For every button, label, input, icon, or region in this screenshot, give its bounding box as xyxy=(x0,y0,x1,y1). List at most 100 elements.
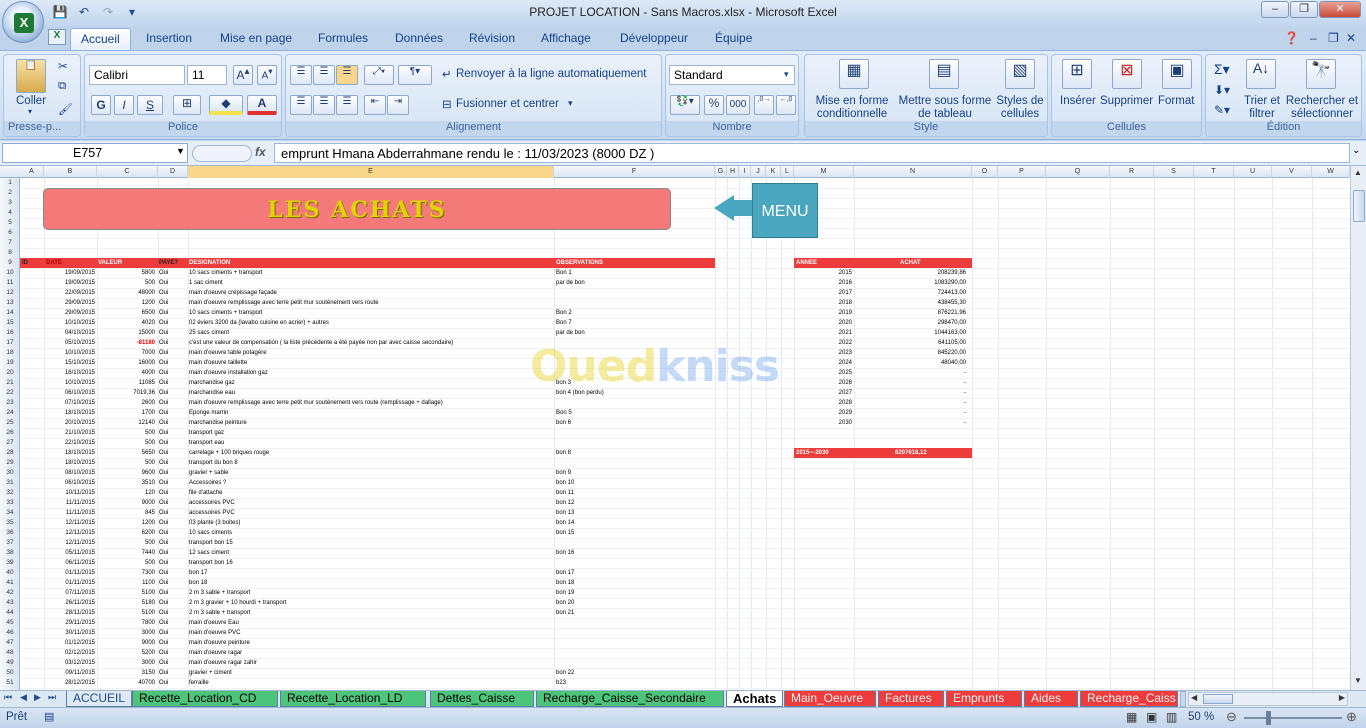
table-cell[interactable]: 21/10/2015 xyxy=(44,428,95,438)
table-cell[interactable]: 5800 xyxy=(97,268,155,278)
increase-decimal-icon[interactable]: ,0→ xyxy=(754,95,774,115)
conditional-format-icon[interactable]: ▦ xyxy=(839,59,869,89)
table-cell[interactable] xyxy=(556,638,714,648)
table-cell[interactable]: bon 9 xyxy=(556,468,714,478)
summary-cell[interactable]: 845220,00 xyxy=(856,348,966,358)
row-header[interactable]: 43 xyxy=(0,598,20,608)
summary-cell[interactable]: 2019 xyxy=(796,308,852,318)
table-cell[interactable]: 22/09/2015 xyxy=(44,288,95,298)
row-header[interactable]: 12 xyxy=(0,288,20,298)
table-cell[interactable]: bon 21 xyxy=(556,608,714,618)
table-cell[interactable]: 4000 xyxy=(97,368,155,378)
align-left-icon[interactable]: ☰ xyxy=(290,95,312,115)
table-cell[interactable]: 04/10/2015 xyxy=(44,328,95,338)
tab-accueil[interactable]: Accueil xyxy=(70,28,131,51)
table-cell[interactable]: Oui xyxy=(159,428,187,438)
summary-cell[interactable]: - xyxy=(856,408,966,418)
zoom-level[interactable]: 50 % xyxy=(1188,711,1214,723)
row-header[interactable]: 39 xyxy=(0,558,20,568)
row-header[interactable]: 19 xyxy=(0,358,20,368)
table-cell[interactable]: bon 18 xyxy=(556,578,714,588)
table-cell[interactable]: Oui xyxy=(159,528,187,538)
format-cells-button[interactable]: Format xyxy=(1158,95,1194,107)
format-cells-icon[interactable]: ▣ xyxy=(1162,59,1192,89)
table-cell[interactable]: 28/11/2015 xyxy=(44,608,95,618)
tab-formules[interactable]: Formules xyxy=(318,31,368,45)
vertical-scroll-thumb[interactable] xyxy=(1353,190,1365,222)
total-label[interactable]: 2015---2030 xyxy=(796,448,829,458)
summary-cell[interactable]: 2028 xyxy=(796,398,852,408)
table-cell[interactable]: 06/11/2015 xyxy=(44,558,95,568)
table-cell[interactable]: Oui xyxy=(159,638,187,648)
table-cell[interactable]: 02/12/2015 xyxy=(44,648,95,658)
format-as-table-icon[interactable]: ▤ xyxy=(929,59,959,89)
table-cell[interactable] xyxy=(556,298,714,308)
table-cell[interactable]: Oui xyxy=(159,618,187,628)
summary-cell[interactable]: - xyxy=(856,368,966,378)
table-cell[interactable]: Oui xyxy=(159,538,187,548)
summary-cell[interactable]: - xyxy=(856,418,966,428)
column-header-j[interactable]: J xyxy=(751,166,766,178)
table-cell[interactable]: Oui xyxy=(159,608,187,618)
row-header[interactable]: 13 xyxy=(0,298,20,308)
column-header-l[interactable]: L xyxy=(781,166,794,178)
column-header-u[interactable]: U xyxy=(1234,166,1272,178)
minimize-button[interactable]: ‒ xyxy=(1261,1,1289,18)
table-cell[interactable]: 6500 xyxy=(97,308,155,318)
menu-arrow-icon[interactable] xyxy=(714,195,734,221)
row-header[interactable]: 44 xyxy=(0,608,20,618)
table-cell[interactable]: 2600 xyxy=(97,398,155,408)
summary-cell[interactable]: 2026 xyxy=(796,378,852,388)
increase-indent-icon[interactable]: ⇥ xyxy=(387,95,409,115)
row-header[interactable]: 41 xyxy=(0,578,20,588)
row-header[interactable]: 45 xyxy=(0,618,20,628)
column-header-d[interactable]: D xyxy=(158,166,188,178)
header-annee[interactable]: ANNEE xyxy=(796,258,817,268)
row-header[interactable]: 24 xyxy=(0,408,20,418)
table-cell[interactable]: Oui xyxy=(159,628,187,638)
row-header[interactable]: 11 xyxy=(0,278,20,288)
align-top-icon[interactable]: ☰ xyxy=(290,65,312,85)
zoom-slider-thumb[interactable] xyxy=(1266,711,1271,725)
summary-cell[interactable]: 2023 xyxy=(796,348,852,358)
column-header-m[interactable]: M xyxy=(794,166,854,178)
column-header-p[interactable]: P xyxy=(998,166,1046,178)
table-cell[interactable]: bon 22 xyxy=(556,668,714,678)
table-cell[interactable]: 1700 xyxy=(97,408,155,418)
summary-cell[interactable]: 2030 xyxy=(796,418,852,428)
table-cell[interactable]: 10/10/2015 xyxy=(44,378,95,388)
table-cell[interactable]: Bon 5 xyxy=(556,408,714,418)
ribbon-restore-icon[interactable]: ❐ xyxy=(1328,31,1339,45)
next-sheet-icon[interactable]: ▶ xyxy=(34,692,41,703)
font-color-icon[interactable]: A xyxy=(247,95,277,115)
number-format-dropdown-icon[interactable]: ▾ xyxy=(784,69,789,80)
table-cell[interactable] xyxy=(556,398,714,408)
header-valeur[interactable]: VALEUR xyxy=(98,258,122,268)
align-middle-icon[interactable]: ☰ xyxy=(313,65,335,85)
menu-button[interactable]: MENU xyxy=(752,183,818,238)
table-cell[interactable]: bon 15 xyxy=(556,528,714,538)
currency-icon[interactable]: 💱▾ xyxy=(670,95,700,115)
row-header[interactable]: 16 xyxy=(0,328,20,338)
sheet-tab-recharge-caisse[interactable]: Recharge_Caiss xyxy=(1080,691,1178,707)
table-cell[interactable]: Bon 7 xyxy=(556,318,714,328)
sort-filter-icon[interactable]: A↓ xyxy=(1246,59,1276,89)
fx-icon[interactable]: fx xyxy=(255,145,266,159)
formula-input[interactable]: emprunt Hmana Abderrahmane rendu le : 11… xyxy=(274,143,1350,163)
scroll-down-icon[interactable]: ▼ xyxy=(1354,676,1362,685)
table-cell[interactable]: Oui xyxy=(159,358,187,368)
summary-cell[interactable]: 2017 xyxy=(796,288,852,298)
italic-button[interactable]: I xyxy=(114,95,134,115)
table-cell[interactable]: Oui xyxy=(159,278,187,288)
table-cell[interactable]: 500 xyxy=(97,438,155,448)
column-header-i[interactable]: I xyxy=(739,166,751,178)
row-header[interactable]: 15 xyxy=(0,318,20,328)
shrink-font-icon[interactable]: A▾ xyxy=(257,65,277,85)
summary-cell[interactable]: 208239,86 xyxy=(856,268,966,278)
table-cell[interactable]: b23 xyxy=(556,678,714,688)
sheet-tab-achats[interactable]: Achats xyxy=(726,691,784,707)
column-header-r[interactable]: R xyxy=(1110,166,1154,178)
table-cell[interactable]: 7019,36 xyxy=(97,388,155,398)
summary-cell[interactable]: - xyxy=(856,398,966,408)
table-cell[interactable]: Oui xyxy=(159,598,187,608)
